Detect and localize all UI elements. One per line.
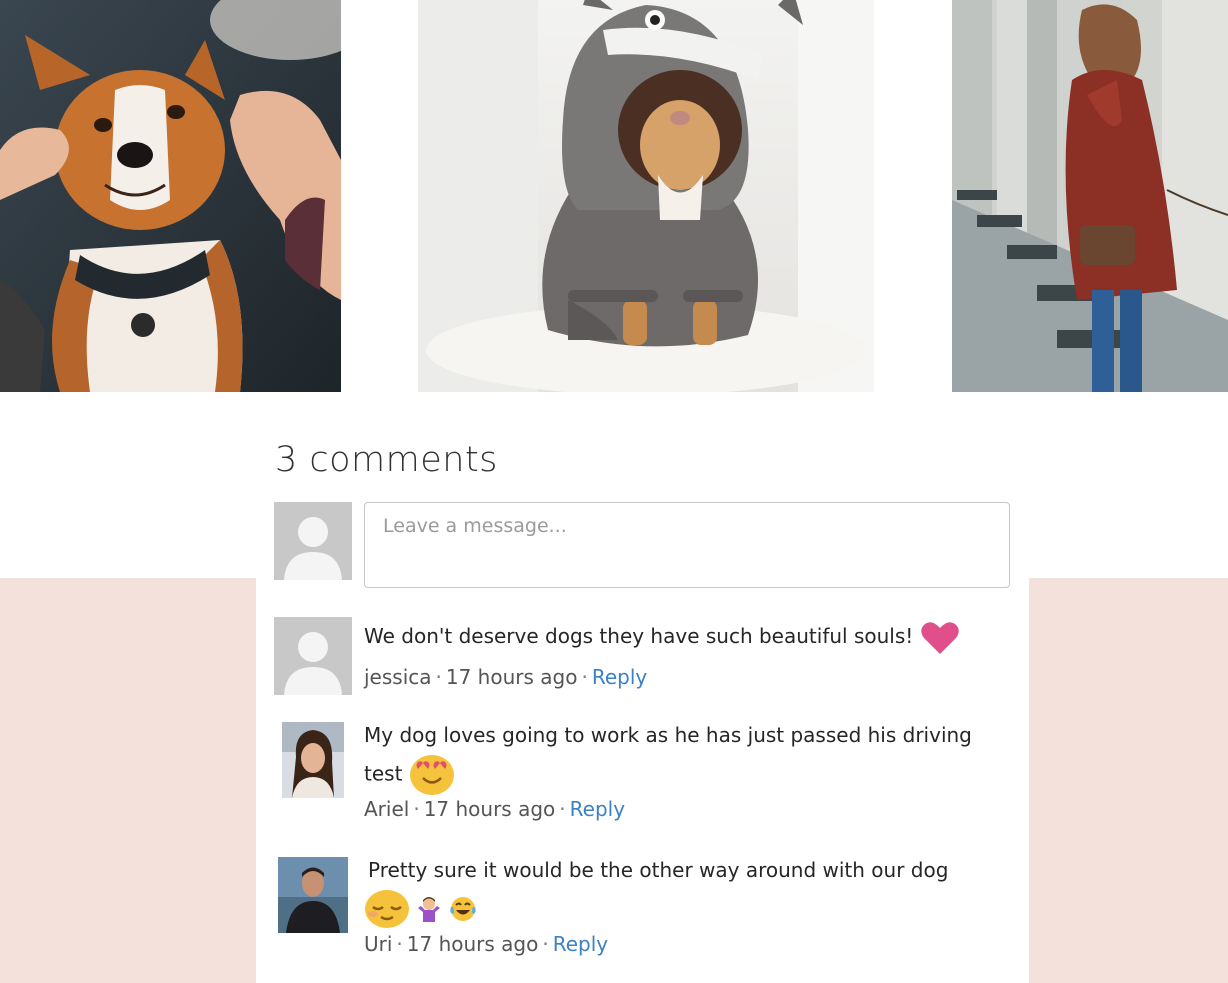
comment-text: Pretty sure it would be the other way ar…: [365, 852, 1018, 929]
current-user-avatar: [274, 502, 352, 580]
avatar[interactable]: [278, 857, 348, 933]
avatar[interactable]: [274, 617, 352, 695]
separator-dot: ·: [435, 665, 442, 689]
separator-dot: ·: [542, 932, 549, 956]
comment-timestamp: 17 hours ago: [406, 932, 539, 956]
comment-text: My dog loves going to work as he has jus…: [364, 717, 1014, 796]
person-shrugging-emoji-icon: [416, 896, 442, 922]
reply-link[interactable]: Reply: [553, 932, 608, 956]
comment-meta: Uri · 17 hours ago · Reply: [364, 932, 608, 956]
comment-body: My dog loves going to work as he has jus…: [364, 723, 972, 786]
comment-author[interactable]: Uri: [364, 932, 392, 956]
comment-body: Pretty sure it would be the other way ar…: [368, 858, 949, 882]
woman-walking-dog-photo[interactable]: [952, 0, 1228, 392]
comment-body: We don't deserve dogs they have such bea…: [364, 624, 914, 648]
separator-dot: ·: [413, 797, 420, 821]
reply-link[interactable]: Reply: [570, 797, 625, 821]
comment-meta: Ariel · 17 hours ago · Reply: [364, 797, 625, 821]
avatar[interactable]: [282, 722, 344, 798]
photo-gallery: [0, 0, 1228, 392]
comment-timestamp: 17 hours ago: [423, 797, 556, 821]
separator-dot: ·: [581, 665, 588, 689]
separator-dot: ·: [559, 797, 566, 821]
relieved-face-emoji-icon: [364, 889, 410, 929]
message-input[interactable]: [364, 502, 1010, 588]
comment-author[interactable]: jessica: [364, 665, 432, 689]
reply-link[interactable]: Reply: [592, 665, 647, 689]
heart-eyes-emoji-icon: [409, 754, 455, 796]
tears-of-joy-emoji-icon: [449, 895, 477, 923]
comments-section: 3 comments We don't deserve dogs they ha…: [256, 392, 1029, 983]
comment-author[interactable]: Ariel: [364, 797, 409, 821]
heart-icon: [920, 621, 960, 655]
comment-timestamp: 17 hours ago: [445, 665, 578, 689]
comments-count-heading: 3 comments: [275, 440, 498, 480]
comment-meta: jessica · 17 hours ago · Reply: [364, 665, 647, 689]
separator-dot: ·: [396, 932, 403, 956]
blog-post-page: 3 comments We don't deserve dogs they ha…: [0, 0, 1228, 983]
comment-text: We don't deserve dogs they have such bea…: [364, 618, 1014, 655]
dog-with-hands-photo[interactable]: [0, 0, 341, 392]
dog-in-totoro-hoodie-photo[interactable]: [418, 0, 874, 392]
